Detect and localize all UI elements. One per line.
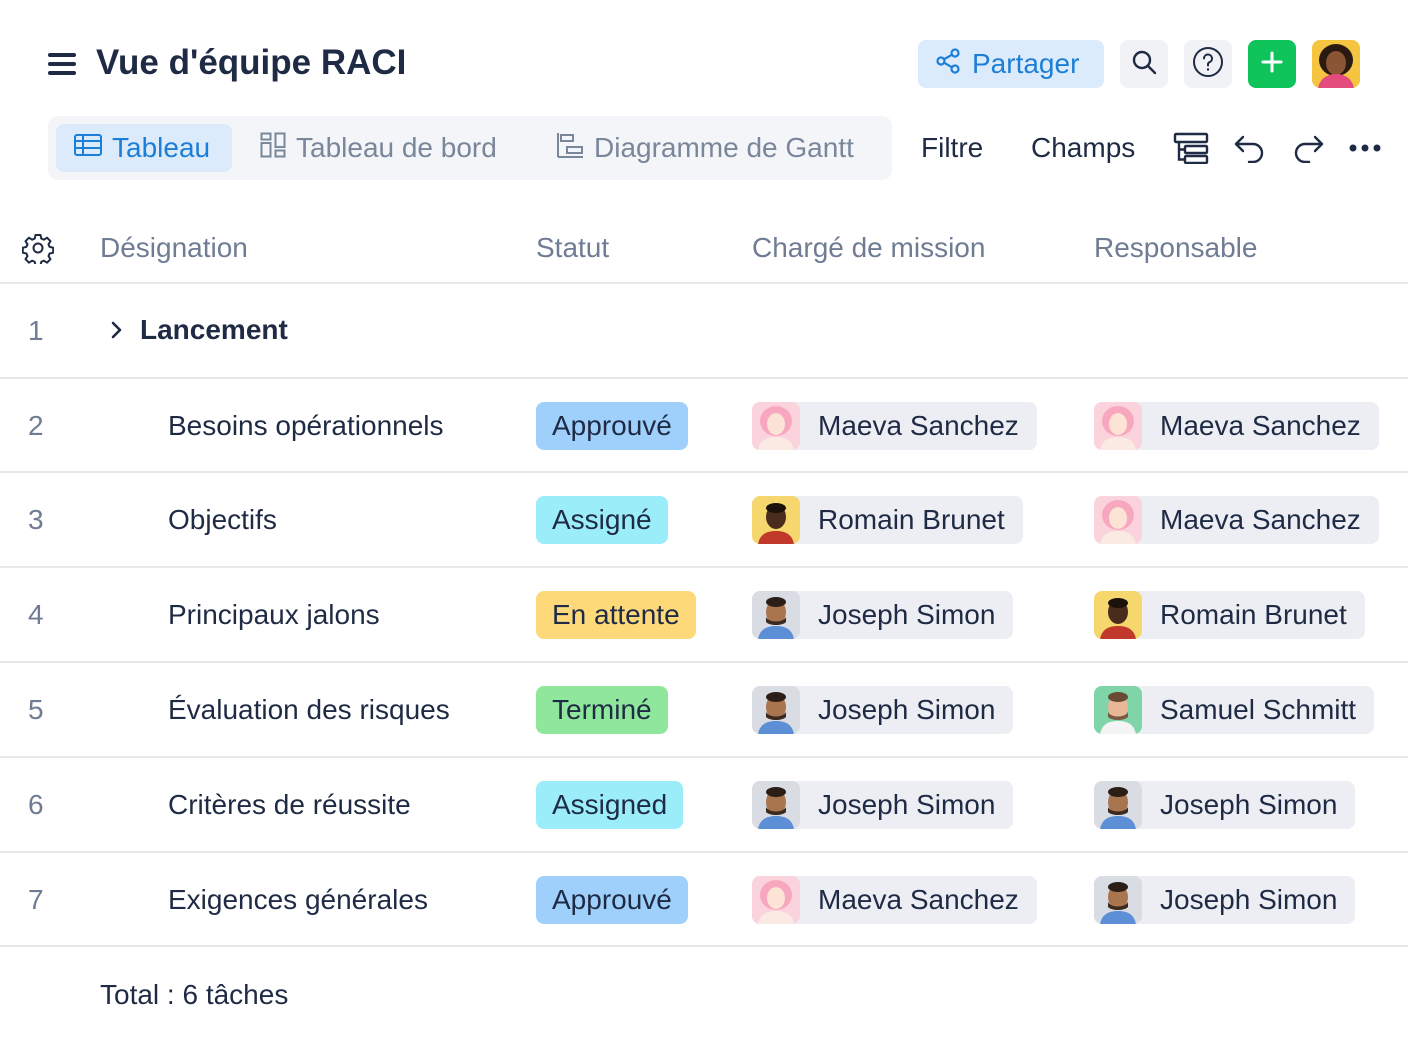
tab-label: Diagramme de Gantt	[594, 132, 854, 163]
help-button[interactable]	[1184, 40, 1232, 88]
avatar	[752, 876, 800, 924]
settings-icon[interactable]	[21, 232, 55, 267]
person-name: Maeva Sanchez	[1160, 504, 1361, 535]
undo-icon[interactable]	[1232, 130, 1268, 166]
row-number: 2	[28, 410, 44, 441]
row-number: 7	[28, 884, 44, 915]
table-row[interactable]: 7 Exigences générales Approuvé Maeva San…	[0, 853, 1408, 947]
task-name[interactable]: Objectifs	[168, 500, 277, 540]
responsible-chip[interactable]: Maeva Sanchez	[1094, 496, 1379, 544]
user-avatar[interactable]	[1312, 40, 1360, 88]
table-icon	[74, 132, 102, 164]
responsible-chip[interactable]: Joseph Simon	[1094, 781, 1356, 829]
person-name: Maeva Sanchez	[818, 410, 1019, 441]
chevron-right-icon[interactable]	[104, 318, 128, 342]
hierarchy-icon[interactable]	[1173, 130, 1209, 166]
column-header-responsable[interactable]: Responsable	[1094, 228, 1257, 268]
dashboard-icon	[260, 132, 286, 165]
tab-gantt[interactable]: Diagramme de Gantt	[556, 124, 854, 172]
gantt-icon	[556, 132, 584, 165]
status-badge[interactable]: Terminé	[536, 686, 668, 734]
row-number: 5	[28, 694, 44, 725]
tab-tableau[interactable]: Tableau	[56, 124, 232, 172]
view-tabs: Tableau Tableau de bord Diagramme de Gan…	[48, 116, 892, 180]
row-number: 3	[28, 504, 44, 535]
responsible-chip[interactable]: Maeva Sanchez	[1094, 402, 1379, 450]
column-header-statut[interactable]: Statut	[536, 228, 609, 268]
assignee-chip[interactable]: Joseph Simon	[752, 591, 1014, 639]
tab-label: Tableau	[112, 132, 211, 163]
divider	[0, 945, 1408, 947]
help-icon	[1192, 46, 1224, 83]
assignee-chip[interactable]: Joseph Simon	[752, 686, 1014, 734]
status-badge[interactable]: Assigned	[536, 781, 684, 829]
person-name: Joseph Simon	[818, 789, 996, 820]
group-row[interactable]: 1 Lancement	[0, 284, 1408, 378]
responsible-chip[interactable]: Samuel Schmitt	[1094, 686, 1375, 734]
row-number: 1	[28, 315, 44, 346]
task-name[interactable]: Évaluation des risques	[168, 690, 450, 730]
avatar	[1094, 686, 1142, 734]
plus-icon	[1260, 50, 1284, 79]
person-name: Maeva Sanchez	[1160, 410, 1361, 441]
search-button[interactable]	[1120, 40, 1168, 88]
responsible-chip[interactable]: Romain Brunet	[1094, 591, 1365, 639]
responsible-chip[interactable]: Joseph Simon	[1094, 876, 1356, 924]
person-name: Joseph Simon	[818, 694, 996, 725]
avatar	[752, 781, 800, 829]
task-name[interactable]: Exigences générales	[168, 880, 428, 920]
search-icon	[1130, 48, 1158, 81]
avatar	[1094, 876, 1142, 924]
assignee-chip[interactable]: Romain Brunet	[752, 496, 1023, 544]
row-number: 4	[28, 599, 44, 630]
redo-icon[interactable]	[1290, 130, 1326, 166]
person-name: Romain Brunet	[1160, 599, 1347, 630]
avatar	[752, 402, 800, 450]
task-name[interactable]: Critères de réussite	[168, 785, 411, 825]
table-row[interactable]: 5 Évaluation des risques Terminé Joseph …	[0, 663, 1408, 757]
assignee-chip[interactable]: Joseph Simon	[752, 781, 1014, 829]
person-name: Maeva Sanchez	[818, 884, 1019, 915]
column-header-charge[interactable]: Chargé de mission	[752, 228, 985, 268]
group-name: Lancement	[140, 314, 288, 345]
page-title: Vue d'équipe RACI	[96, 43, 407, 82]
person-name: Joseph Simon	[818, 599, 996, 630]
avatar	[1094, 781, 1142, 829]
avatar	[1094, 496, 1142, 544]
task-name[interactable]: Principaux jalons	[168, 595, 380, 635]
column-header-designation[interactable]: Désignation	[100, 228, 248, 268]
filter-button[interactable]: Filtre	[921, 128, 983, 168]
avatar	[1094, 402, 1142, 450]
table-row[interactable]: 6 Critères de réussite Assigned Joseph S…	[0, 758, 1408, 852]
table-row[interactable]: 3 Objectifs Assigné Romain Brunet Maeva …	[0, 473, 1408, 567]
status-badge[interactable]: En attente	[536, 591, 696, 639]
avatar	[752, 496, 800, 544]
share-label: Partager	[972, 48, 1080, 79]
fields-button[interactable]: Champs	[1031, 128, 1135, 168]
total-count: Total : 6 tâches	[100, 979, 289, 1010]
row-number: 6	[28, 789, 44, 820]
assignee-chip[interactable]: Maeva Sanchez	[752, 402, 1037, 450]
avatar	[1094, 591, 1142, 639]
avatar	[752, 591, 800, 639]
share-icon	[934, 47, 962, 82]
status-badge[interactable]: Assigné	[536, 496, 668, 544]
share-button[interactable]: Partager	[918, 40, 1104, 88]
person-name: Romain Brunet	[818, 504, 1005, 535]
person-name: Joseph Simon	[1160, 884, 1338, 915]
tab-tableau-de-bord[interactable]: Tableau de bord	[260, 124, 497, 172]
person-name: Samuel Schmitt	[1160, 694, 1357, 725]
more-icon[interactable]	[1347, 130, 1383, 166]
avatar	[752, 686, 800, 734]
status-badge[interactable]: Approuvé	[536, 402, 688, 450]
tab-label: Tableau de bord	[296, 132, 497, 163]
task-name[interactable]: Besoins opérationnels	[168, 406, 444, 446]
status-badge[interactable]: Approuvé	[536, 876, 688, 924]
table-row[interactable]: 2 Besoins opérationnels Approuvé Maeva S…	[0, 379, 1408, 473]
assignee-chip[interactable]: Maeva Sanchez	[752, 876, 1037, 924]
add-button[interactable]	[1248, 40, 1296, 88]
table-row[interactable]: 4 Principaux jalons En attente Joseph Si…	[0, 568, 1408, 662]
person-name: Joseph Simon	[1160, 789, 1338, 820]
menu-icon[interactable]	[48, 53, 76, 75]
